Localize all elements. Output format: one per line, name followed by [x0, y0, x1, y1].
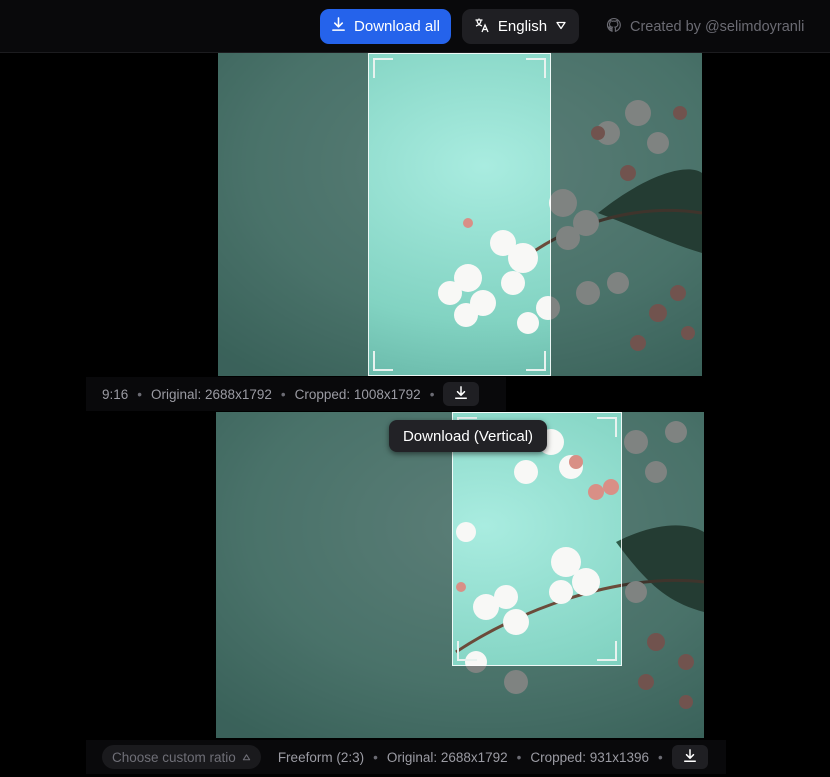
cropped-size: Cropped: 1008x1792	[294, 386, 421, 402]
separator: •	[429, 386, 435, 402]
crop-preview-freeform	[216, 412, 704, 738]
credit-label: Created by @selimdoyranli	[630, 18, 805, 35]
crop-shade-bottom	[452, 666, 622, 738]
download-all-button[interactable]: Download all	[320, 9, 451, 44]
chevron-down-icon	[555, 18, 567, 35]
crop-handle-bottom-right[interactable]	[597, 641, 617, 661]
download-tooltip: Download (Vertical)	[389, 420, 547, 452]
credit-link[interactable]: Created by @selimdoyranli	[592, 9, 814, 44]
crop-handle-bottom-left[interactable]	[457, 641, 477, 661]
custom-ratio-label: Choose custom ratio	[112, 749, 236, 765]
separator: •	[137, 386, 143, 402]
crop-area[interactable]	[368, 53, 551, 376]
crop-info-bar-freeform: Choose custom ratio Freeform (2:3) • Ori…	[86, 740, 726, 774]
caret-up-icon	[242, 750, 251, 765]
crop-handle-top-right[interactable]	[597, 417, 617, 437]
original-size: Original: 2688x1792	[151, 386, 272, 402]
ratio-label: 9:16	[102, 386, 129, 402]
custom-ratio-select[interactable]: Choose custom ratio	[102, 745, 261, 769]
crop-handle-top-right[interactable]	[526, 58, 546, 78]
crop-preview-vertical	[218, 53, 702, 376]
top-bar: Download all English Created by @selimdo…	[0, 0, 830, 53]
separator: •	[658, 749, 663, 765]
crop-shade-left	[216, 412, 452, 738]
ratio-label: Freeform (2:3)	[277, 749, 365, 765]
separator: •	[516, 749, 522, 765]
crop-shade-right	[551, 53, 702, 376]
separator: •	[373, 749, 378, 765]
download-all-label: Download all	[354, 18, 440, 35]
github-icon	[606, 17, 622, 37]
language-label: English	[497, 18, 548, 35]
crop-shade-right	[622, 412, 704, 738]
crop-shade-left	[218, 53, 368, 376]
download-icon	[454, 385, 468, 403]
download-icon	[331, 17, 346, 36]
original-size: Original: 2688x1792	[386, 749, 508, 765]
download-freeform-button[interactable]	[671, 745, 708, 769]
crop-handle-bottom-left[interactable]	[373, 351, 393, 371]
crop-handle-bottom-right[interactable]	[526, 351, 546, 371]
download-vertical-button[interactable]	[443, 382, 480, 406]
language-select[interactable]: English	[462, 9, 579, 44]
crop-info-bar-vertical: 9:16 • Original: 2688x1792 • Cropped: 10…	[86, 377, 506, 411]
separator: •	[280, 386, 286, 402]
crop-handle-top-left[interactable]	[373, 58, 393, 78]
translate-icon	[474, 17, 490, 37]
download-icon	[683, 748, 697, 766]
cropped-size: Cropped: 931x1396	[530, 749, 649, 765]
